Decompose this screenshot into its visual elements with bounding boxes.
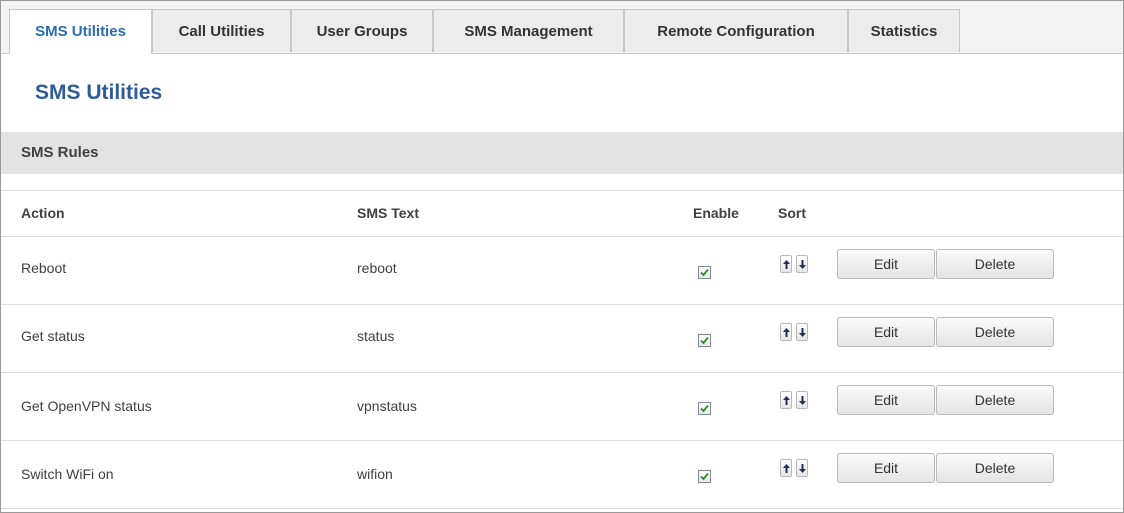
arrow-up-icon xyxy=(783,328,790,337)
enable-checkbox[interactable] xyxy=(698,334,711,347)
enable-checkbox[interactable] xyxy=(698,266,711,279)
move-down-button[interactable] xyxy=(796,323,808,341)
arrow-up-icon xyxy=(783,260,790,269)
arrow-down-icon xyxy=(799,464,806,473)
tab-sms-utilities[interactable]: SMS Utilities xyxy=(9,9,152,54)
checkmark-icon xyxy=(700,336,709,345)
move-up-button[interactable] xyxy=(780,255,792,273)
move-down-button[interactable] xyxy=(796,255,808,273)
arrow-down-icon xyxy=(799,328,806,337)
rule-sms-text: wifion xyxy=(357,466,393,482)
rule-sms-text: status xyxy=(357,328,395,344)
delete-button[interactable]: Delete xyxy=(936,385,1054,415)
header-action: Action xyxy=(21,205,65,221)
rule-action: Reboot xyxy=(21,260,67,276)
delete-button[interactable]: Delete xyxy=(936,249,1054,279)
rule-action: Get status xyxy=(21,328,85,344)
header-sort: Sort xyxy=(778,205,806,221)
move-down-button[interactable] xyxy=(796,459,808,477)
rule-sms-text: vpnstatus xyxy=(357,398,417,414)
tab-sms-management[interactable]: SMS Management xyxy=(433,9,624,52)
table-row: Get OpenVPN status vpnstatus Edit Delete xyxy=(1,372,1123,441)
table-header: Action SMS Text Enable Sort xyxy=(1,190,1123,237)
arrow-down-icon xyxy=(799,260,806,269)
table-row: Switch WiFi on wifion Edit Delete xyxy=(1,440,1123,509)
table-row: Reboot reboot Edit Delete xyxy=(1,236,1123,305)
arrow-down-icon xyxy=(799,396,806,405)
edit-button[interactable]: Edit xyxy=(837,249,935,279)
rule-action: Switch WiFi on xyxy=(21,466,114,482)
move-down-button[interactable] xyxy=(796,391,808,409)
edit-button[interactable]: Edit xyxy=(837,317,935,347)
edit-button[interactable]: Edit xyxy=(837,385,935,415)
edit-button[interactable]: Edit xyxy=(837,453,935,483)
delete-button[interactable]: Delete xyxy=(936,317,1054,347)
rule-sms-text: reboot xyxy=(357,260,397,276)
checkmark-icon xyxy=(700,268,709,277)
header-enable: Enable xyxy=(693,205,739,221)
tab-bar: SMS Utilities Call Utilities User Groups… xyxy=(1,1,1123,54)
checkmark-icon xyxy=(700,472,709,481)
table-row: Get status status Edit Delete xyxy=(1,304,1123,373)
arrow-up-icon xyxy=(783,396,790,405)
enable-checkbox[interactable] xyxy=(698,402,711,415)
rule-action: Get OpenVPN status xyxy=(21,398,152,414)
move-up-button[interactable] xyxy=(780,323,792,341)
tab-statistics[interactable]: Statistics xyxy=(848,9,960,52)
enable-checkbox[interactable] xyxy=(698,470,711,483)
section-title: SMS Rules xyxy=(1,132,1123,174)
checkmark-icon xyxy=(700,404,709,413)
delete-button[interactable]: Delete xyxy=(936,453,1054,483)
header-sms-text: SMS Text xyxy=(357,205,419,221)
page-title: SMS Utilities xyxy=(35,81,163,104)
tab-user-groups[interactable]: User Groups xyxy=(291,9,433,52)
move-up-button[interactable] xyxy=(780,391,792,409)
tab-remote-configuration[interactable]: Remote Configuration xyxy=(624,9,848,52)
sms-utilities-window: SMS Utilities Call Utilities User Groups… xyxy=(0,0,1124,513)
arrow-up-icon xyxy=(783,464,790,473)
move-up-button[interactable] xyxy=(780,459,792,477)
tab-call-utilities[interactable]: Call Utilities xyxy=(152,9,291,52)
